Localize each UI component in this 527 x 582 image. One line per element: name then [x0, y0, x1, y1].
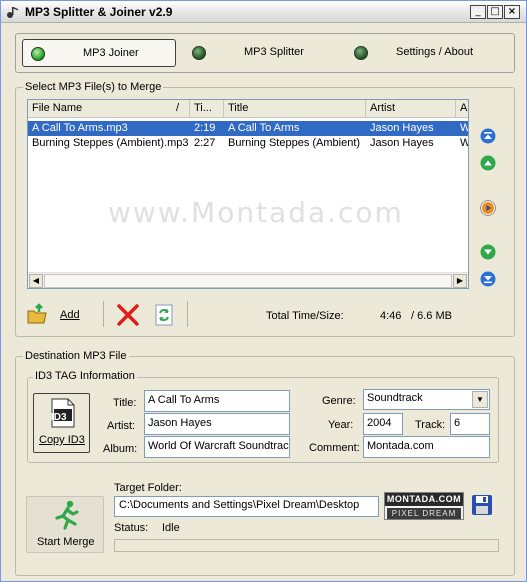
- table-row[interactable]: Burning Steppes (Ambient).mp3 2:27 Burni…: [28, 136, 468, 151]
- cell-artist: Jason Hayes: [370, 122, 434, 134]
- save-icon[interactable]: [471, 494, 493, 516]
- tab-label: Settings / About: [396, 46, 474, 58]
- horizontal-scrollbar[interactable]: ◀ ▶: [28, 272, 468, 288]
- comment-field-label: Comment:: [309, 442, 360, 454]
- move-up-icon[interactable]: [480, 155, 496, 171]
- column-artist[interactable]: Artist: [366, 100, 456, 118]
- tab-label: MP3 Joiner: [83, 47, 139, 59]
- cell-time: 2:19: [194, 122, 216, 134]
- mode-tab-bar: MP3 Joiner MP3 Splitter Settings / About: [15, 33, 515, 73]
- refresh-icon[interactable]: [153, 304, 175, 326]
- target-folder-label: Target Folder:: [114, 482, 182, 494]
- year-field-label: Year:: [328, 419, 354, 431]
- genre-field-label: Genre:: [322, 395, 356, 407]
- genre-select[interactable]: Soundtrack ▼: [363, 389, 490, 410]
- artist-field[interactable]: Jason Hayes: [144, 413, 290, 435]
- genre-value: Soundtrack: [367, 392, 423, 404]
- minimize-icon[interactable]: _: [470, 5, 486, 19]
- status-value: Idle: [162, 522, 180, 534]
- album-field[interactable]: World Of Warcraft Soundtrac: [144, 436, 290, 458]
- scroll-thumb[interactable]: [44, 274, 452, 288]
- destination-group-label: Destination MP3 File: [23, 350, 129, 362]
- app-window: MP3 Splitter & Joiner v2.9 _ □ × MP3 Joi…: [0, 0, 527, 582]
- year-field[interactable]: 2004: [363, 413, 403, 435]
- move-down-icon[interactable]: [480, 244, 496, 260]
- file-list[interactable]: File Name / Ti... Title Artist A A Call T…: [27, 99, 469, 289]
- active-led-icon: [31, 47, 45, 61]
- close-icon[interactable]: ×: [504, 5, 520, 19]
- title-bar: MP3 Splitter & Joiner v2.9 _ □ ×: [1, 1, 526, 23]
- scroll-left-icon[interactable]: ◀: [29, 274, 43, 288]
- status-label: Status:: [114, 522, 149, 534]
- cell-file-name: Burning Steppes (Ambient).mp3: [32, 137, 189, 149]
- move-bottom-icon[interactable]: [480, 271, 496, 287]
- column-title[interactable]: Title: [224, 100, 366, 118]
- id3-tag-group-label: ID3 TAG Information: [33, 370, 137, 382]
- window-title: MP3 Splitter & Joiner v2.9: [25, 5, 173, 19]
- cell-artist: Jason Hayes: [370, 137, 434, 149]
- cell-album: W: [456, 121, 468, 136]
- tab-mp3-splitter[interactable]: MP3 Splitter: [184, 39, 334, 67]
- total-time-value: 4:46: [380, 310, 402, 322]
- inactive-led-icon: [192, 46, 206, 60]
- column-time[interactable]: Ti...: [190, 100, 224, 118]
- copy-id3-label: Copy ID3: [39, 434, 85, 446]
- title-field-label: Title:: [113, 397, 137, 409]
- cell-file-name: A Call To Arms.mp3: [32, 122, 128, 134]
- running-man-icon: [55, 500, 79, 530]
- track-field[interactable]: 6: [450, 413, 490, 435]
- file-list-header: File Name / Ti... Title Artist A: [28, 100, 468, 118]
- scroll-right-icon[interactable]: ▶: [453, 274, 467, 288]
- logo-bottom-text: PIXEL DREAM: [387, 508, 461, 519]
- montada-logo: MONTADA.COM PIXEL DREAM: [384, 492, 464, 520]
- start-merge-label: Start Merge: [37, 536, 95, 548]
- start-merge-button[interactable]: Start Merge: [26, 496, 104, 553]
- id3-badge-text: ID3: [51, 412, 67, 423]
- comment-field[interactable]: Montada.com: [363, 436, 490, 458]
- move-top-icon[interactable]: [480, 128, 496, 144]
- chevron-down-icon[interactable]: ▼: [472, 391, 488, 408]
- artist-field-label: Artist:: [107, 420, 136, 432]
- table-row[interactable]: A Call To Arms.mp3 2:19 A Call To Arms J…: [28, 121, 468, 136]
- copy-id3-button[interactable]: ID3 Copy ID3: [33, 393, 90, 453]
- tab-settings-about[interactable]: Settings / About: [346, 39, 506, 67]
- play-icon[interactable]: [480, 200, 496, 216]
- merge-progress-bar: [114, 539, 499, 552]
- cell-time: 2:27: [194, 137, 216, 149]
- remove-icon[interactable]: [116, 304, 140, 326]
- album-field-label: Album:: [103, 443, 138, 455]
- toolbar-separator: [103, 301, 104, 327]
- add-button[interactable]: Add: [26, 303, 82, 327]
- logo-top-text: MONTADA.COM: [385, 493, 463, 506]
- target-folder-field[interactable]: C:\Documents and Settings\Pixel Dream\De…: [114, 496, 379, 517]
- maximize-icon[interactable]: □: [487, 5, 503, 19]
- title-field[interactable]: A Call To Arms: [144, 390, 290, 412]
- app-icon: [7, 7, 18, 18]
- add-label: Add: [60, 309, 80, 321]
- track-field-label: Track:: [415, 419, 446, 431]
- total-time-size-label: Total Time/Size:: [266, 310, 344, 322]
- toolbar-separator: [187, 301, 188, 327]
- sort-indicator-icon: /: [176, 102, 180, 114]
- select-files-group-label: Select MP3 File(s) to Merge: [23, 81, 164, 93]
- watermark-text: www.Montada.com: [108, 196, 404, 229]
- total-size-value: / 6.6 MB: [411, 310, 452, 322]
- cell-title: A Call To Arms: [228, 122, 300, 134]
- cell-title: Burning Steppes (Ambient): [228, 137, 361, 149]
- column-album[interactable]: A: [456, 100, 468, 118]
- inactive-led-icon: [354, 46, 368, 60]
- cell-album: W: [456, 136, 468, 151]
- column-file-name[interactable]: File Name /: [28, 100, 190, 118]
- add-folder-icon: [27, 303, 47, 324]
- tab-mp3-joiner[interactable]: MP3 Joiner: [22, 39, 176, 67]
- tab-label: MP3 Splitter: [244, 46, 304, 58]
